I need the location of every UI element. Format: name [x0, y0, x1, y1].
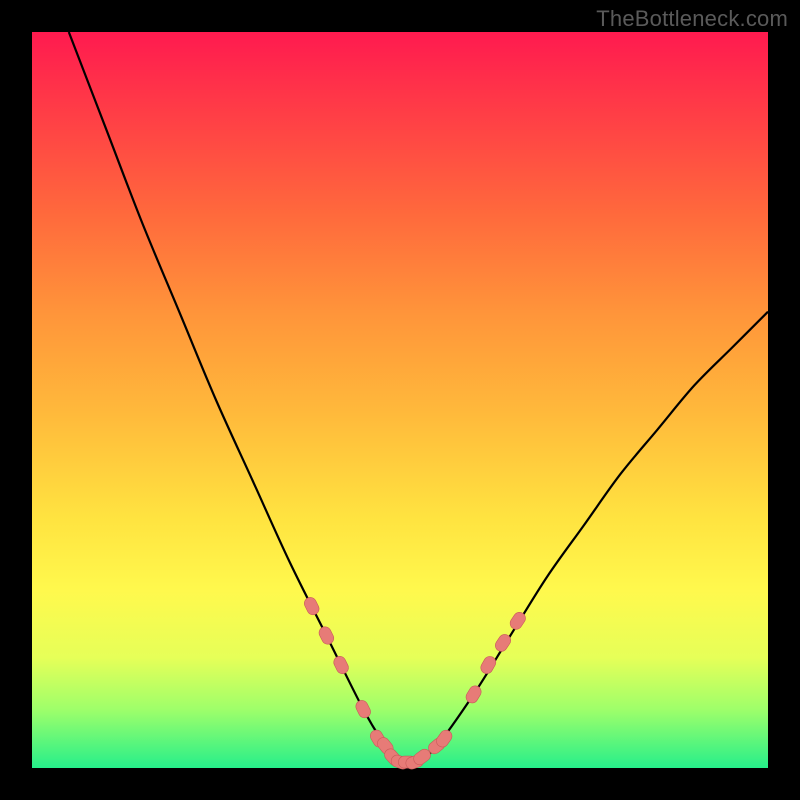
- bottleneck-curve-path: [69, 32, 768, 767]
- watermark-text: TheBottleneck.com: [596, 6, 788, 32]
- curve-marker: [479, 654, 498, 676]
- curve-marker: [317, 625, 336, 646]
- curve-marker: [302, 595, 321, 616]
- curve-marker: [332, 654, 351, 675]
- marker-group: [302, 595, 527, 770]
- bottleneck-curve-svg: [32, 32, 768, 768]
- curve-marker: [354, 698, 373, 719]
- curve-marker: [464, 684, 484, 706]
- chart-frame: TheBottleneck.com: [0, 0, 800, 800]
